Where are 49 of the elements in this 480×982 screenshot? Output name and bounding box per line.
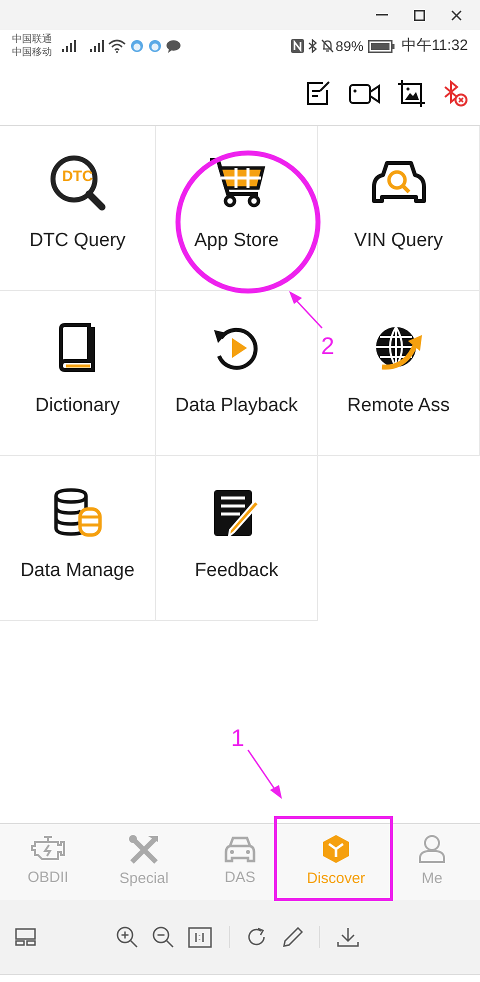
person-icon [418, 834, 446, 864]
actual-size-icon[interactable] [188, 926, 212, 948]
cube-icon [322, 834, 350, 864]
minimize-icon[interactable] [376, 14, 388, 16]
clock-time: 中午11:32 [402, 36, 468, 56]
crop-image-icon[interactable] [398, 80, 425, 107]
magnifier-icon [50, 154, 106, 211]
app-icon [130, 39, 144, 53]
engine-icon [30, 834, 66, 863]
carrier-name: 中国移动 [12, 46, 52, 59]
annotation-arrow [246, 748, 284, 800]
book-icon [58, 322, 98, 373]
battery-percent: 89% [336, 36, 364, 56]
battery-icon [368, 40, 395, 52]
annotation-arrow [288, 290, 324, 330]
car-icon [224, 834, 256, 863]
database-icon [52, 488, 102, 538]
feature-tile[interactable]: Dictionary [0, 291, 156, 456]
feature-tile[interactable]: Data Playback [156, 291, 318, 456]
feature-tile[interactable]: Feedback [156, 456, 318, 621]
maximize-icon[interactable] [414, 10, 425, 20]
rotate-icon[interactable] [247, 927, 267, 947]
tools-icon [128, 834, 160, 864]
download-icon[interactable] [337, 927, 359, 947]
mute-bell-icon [320, 39, 334, 53]
shopping-cart-icon [208, 158, 266, 208]
pencil-icon[interactable] [283, 927, 303, 947]
icon-label: DTC [61, 166, 94, 187]
app-icon [148, 39, 162, 53]
feature-tile[interactable]: DTC DTC Query [0, 126, 156, 291]
bluetooth-off-icon[interactable] [443, 80, 468, 107]
annotation-number: 1 [231, 724, 244, 754]
chat-icon [166, 40, 181, 52]
layout-icon[interactable] [15, 928, 36, 946]
zoom-in-icon[interactable] [116, 926, 138, 948]
note-icon[interactable] [306, 81, 331, 106]
nfc-icon [290, 39, 304, 53]
signal-icon [62, 40, 78, 52]
bluetooth-icon [308, 39, 317, 53]
wifi-icon [108, 39, 126, 53]
annotation-number: 2 [321, 332, 334, 362]
feature-tile[interactable]: Data Manage [0, 456, 156, 621]
signal-icon [90, 40, 106, 52]
carrier-name: 中国联通 [12, 33, 52, 46]
feature-tile[interactable]: VIN Query [318, 126, 480, 291]
zoom-out-icon[interactable] [152, 926, 174, 948]
feature-tile[interactable]: App Store [156, 126, 318, 291]
close-icon[interactable] [451, 10, 462, 20]
video-camera-icon[interactable] [349, 82, 380, 104]
